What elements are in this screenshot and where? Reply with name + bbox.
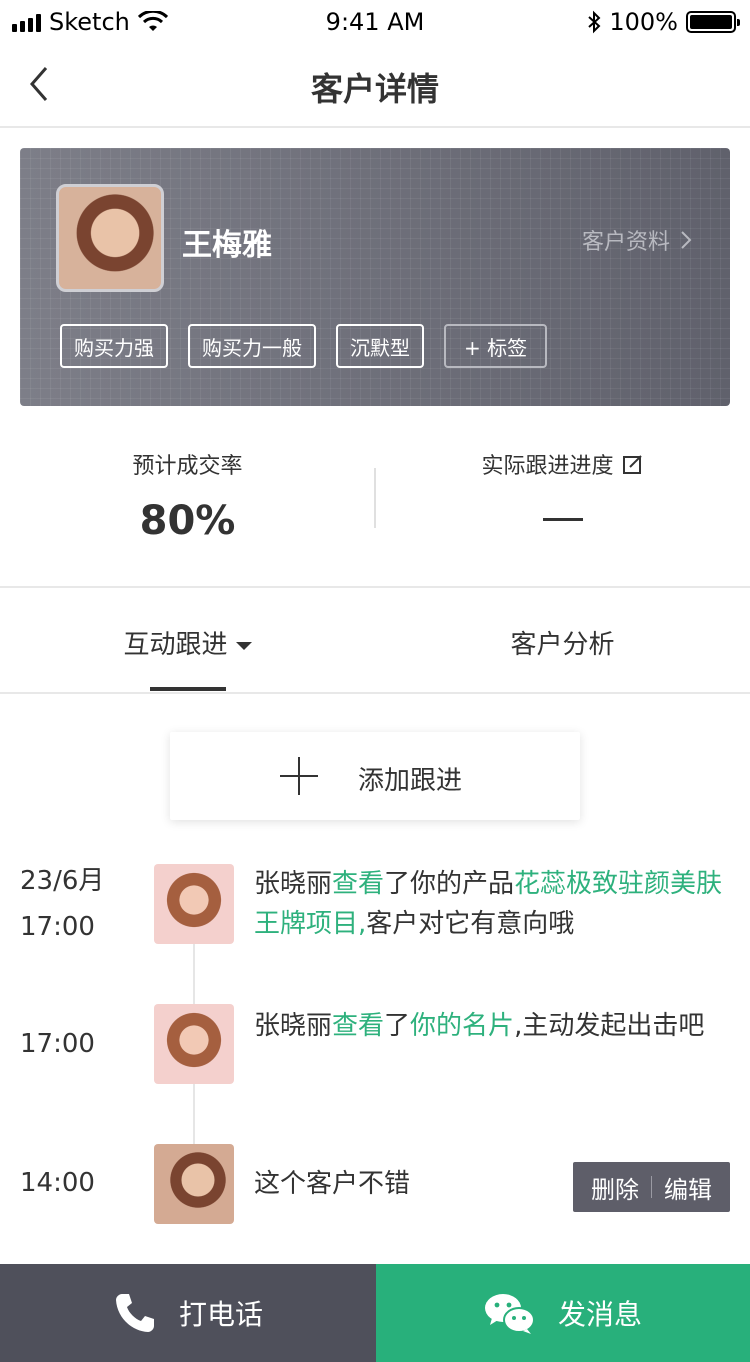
chevron-right-icon <box>681 231 692 249</box>
plus-icon <box>280 757 318 795</box>
viewer-name: 张晓丽 <box>254 869 333 899</box>
entry-actions: 删除 编辑 <box>573 1162 730 1212</box>
add-tag-button[interactable]: + 标签 <box>444 324 548 368</box>
tab-interaction-label: 互动跟进 <box>123 630 228 660</box>
action-link[interactable]: 查看 <box>332 869 384 899</box>
entry-date: 23/6月 <box>20 866 105 896</box>
delete-button[interactable]: 删除 <box>591 1170 639 1205</box>
profile-link-label: 客户资料 <box>581 230 670 255</box>
tag-item[interactable]: 购买力一般 <box>188 324 316 368</box>
actual-progress-value <box>542 518 583 521</box>
entry-text: 张晓丽查看了你的名片,主动发起出击吧 <box>254 1006 724 1046</box>
nav-bar: 客户详情 <box>0 44 750 128</box>
bottom-action-bar: 打电话 发消息 <box>0 1264 750 1362</box>
customer-avatar <box>56 184 164 292</box>
add-follow-up-button[interactable]: 添加跟进 <box>170 732 580 820</box>
entry-text: 张晓丽查看了你的产品花蕊极致驻颜美肤王牌项目,客户对它有意向哦 <box>254 864 724 944</box>
actual-progress-stat: 实际跟进进度 <box>375 448 750 521</box>
edit-button[interactable]: 编辑 <box>664 1170 712 1205</box>
entry-text-part: ,主动发起出击吧 <box>514 1011 705 1041</box>
status-right: 100% <box>587 8 740 36</box>
battery-percent: 100% <box>609 8 678 36</box>
battery-icon <box>686 11 740 33</box>
entry-text-part: 客户对它有意向哦 <box>366 909 575 939</box>
business-card-link[interactable]: 你的名片 <box>410 1011 514 1041</box>
avatar <box>154 864 234 944</box>
message-label: 发消息 <box>557 1298 642 1331</box>
wechat-icon <box>484 1294 535 1334</box>
actions-divider <box>651 1176 652 1198</box>
edit-icon[interactable] <box>622 453 644 475</box>
deal-stats: 预计成交率 80% 实际跟进进度 <box>0 406 750 588</box>
status-bar: Sketch 9:41 AM 100% <box>0 0 750 44</box>
expected-rate-label: 预计成交率 <box>132 454 243 479</box>
customer-name: 王梅雅 <box>182 228 272 263</box>
customer-profile-card: 王梅雅 客户资料 购买力强 购买力一般 沉默型 + 标签 <box>20 148 730 406</box>
tab-active-indicator <box>150 687 226 691</box>
call-label: 打电话 <box>178 1298 263 1331</box>
message-button[interactable]: 发消息 <box>376 1264 750 1362</box>
tab-analysis[interactable]: 客户分析 <box>375 624 750 661</box>
avatar <box>154 1144 234 1224</box>
entry-time: 14:00 <box>20 1168 95 1198</box>
action-link[interactable]: 查看 <box>332 1011 384 1041</box>
tab-analysis-label: 客户分析 <box>510 630 615 660</box>
entry-text-part: 了你的产品 <box>384 869 515 899</box>
add-follow-up-label: 添加跟进 <box>358 766 463 796</box>
actual-progress-label: 实际跟进进度 <box>481 454 614 479</box>
caret-down-icon <box>235 641 252 650</box>
tag-item[interactable]: 购买力强 <box>60 324 168 368</box>
expected-rate-stat: 预计成交率 80% <box>0 448 375 544</box>
phone-icon <box>115 1294 154 1332</box>
call-button[interactable]: 打电话 <box>0 1264 376 1362</box>
entry-text-part: 了 <box>384 1011 411 1041</box>
tag-list: 购买力强 购买力一般 沉默型 + 标签 <box>60 324 548 368</box>
entry-time: 17:00 <box>20 1029 95 1059</box>
avatar <box>154 1004 234 1084</box>
tab-bar: 互动跟进 客户分析 <box>0 588 750 694</box>
bluetooth-icon <box>588 10 601 34</box>
tab-interaction[interactable]: 互动跟进 <box>0 624 375 661</box>
entry-time: 17:00 <box>20 912 95 942</box>
timeline-date: 23/6月 17:00 <box>20 858 104 950</box>
customer-profile-link[interactable]: 客户资料 <box>582 224 692 256</box>
expected-rate-value: 80% <box>139 498 236 544</box>
tag-item[interactable]: 沉默型 <box>336 324 424 368</box>
page-title: 客户详情 <box>310 70 439 108</box>
viewer-name: 张晓丽 <box>254 1011 333 1041</box>
